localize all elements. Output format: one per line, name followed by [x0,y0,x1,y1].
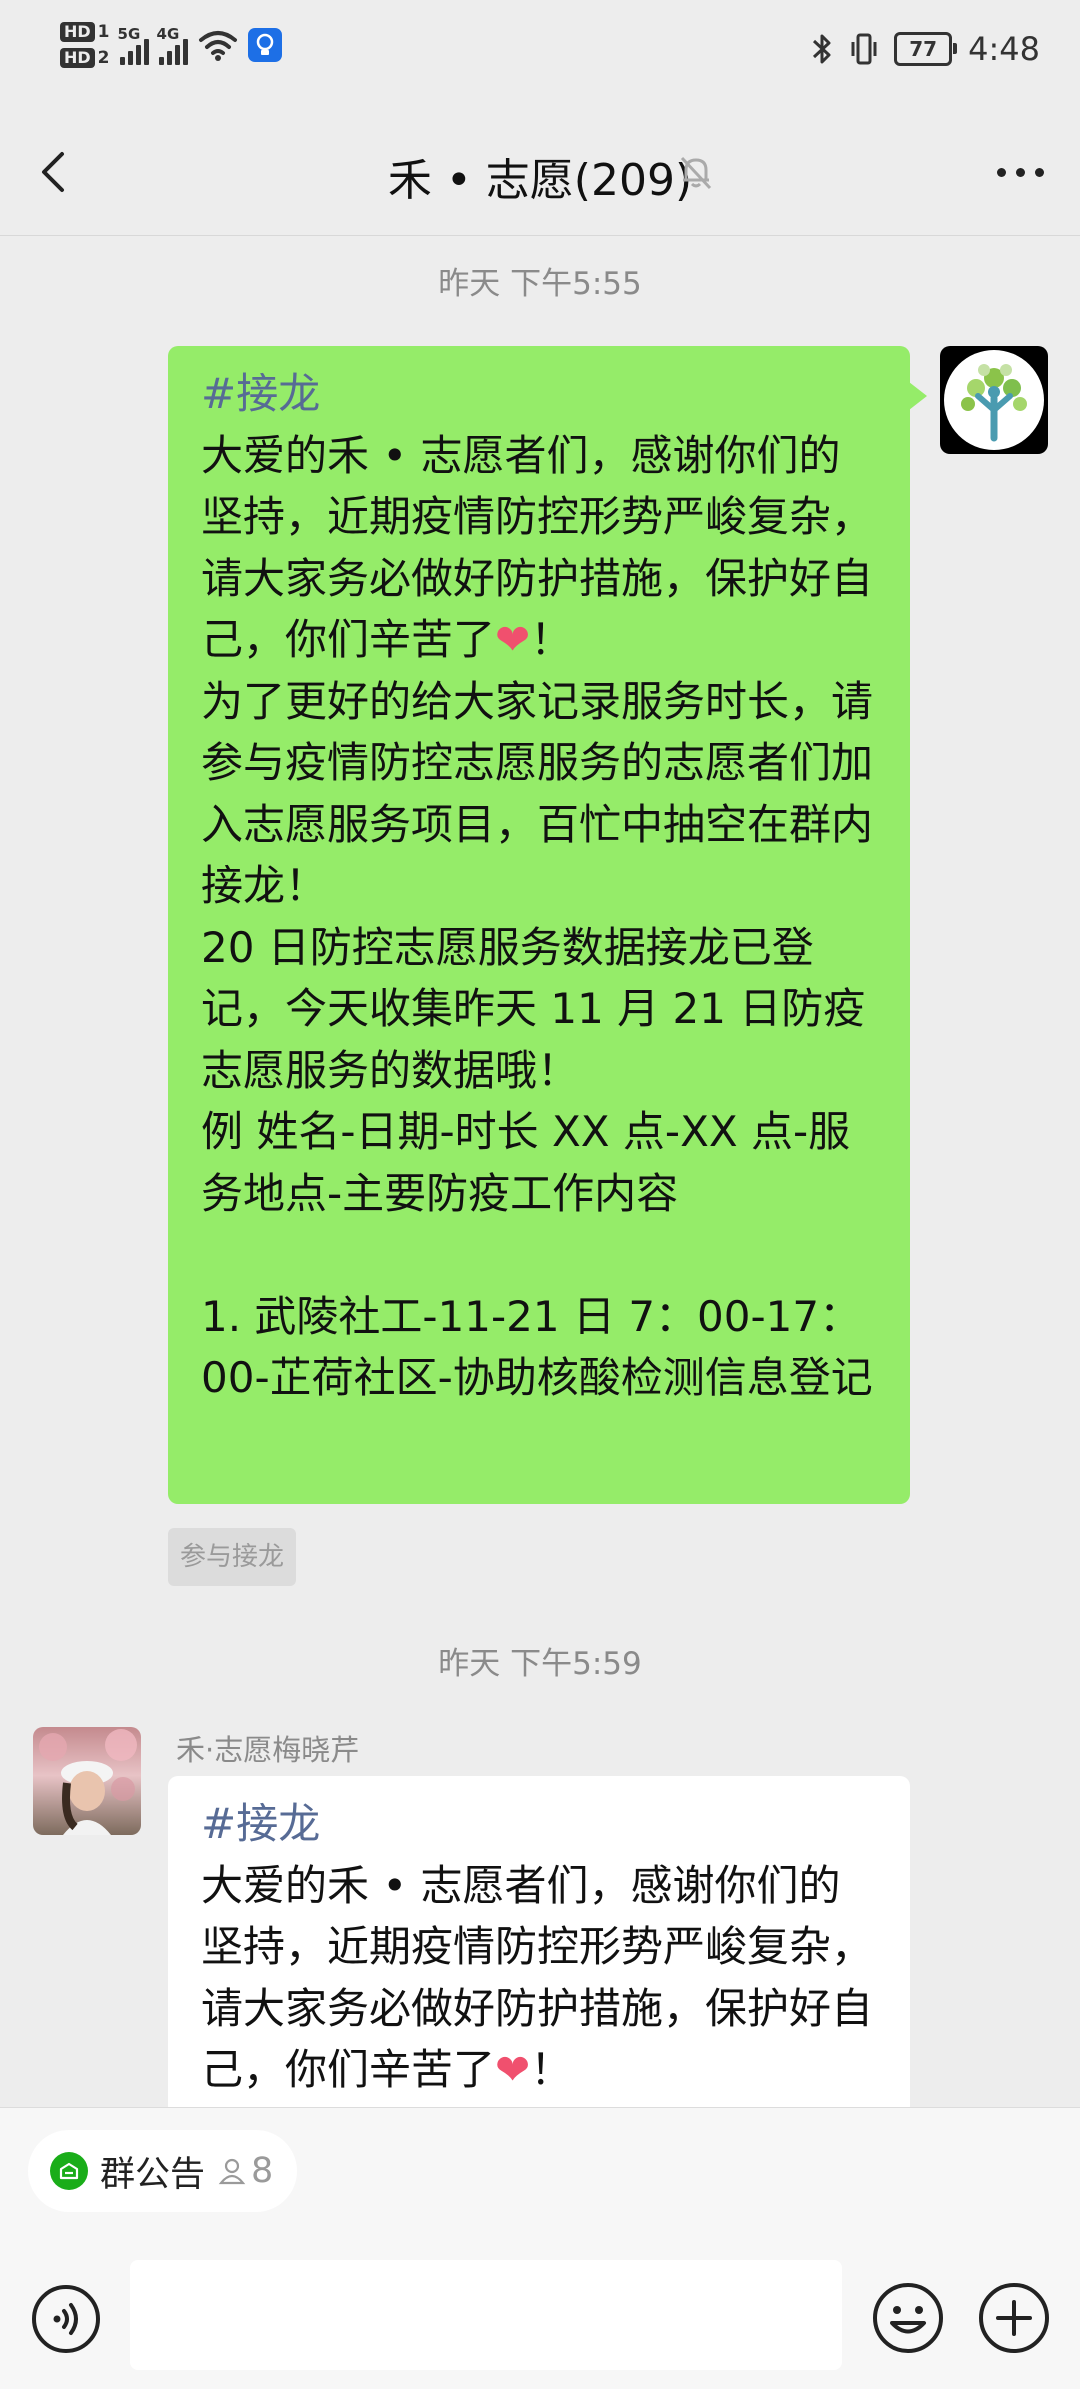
own-message-bubble[interactable]: #接龙 大爱的禾 • 志愿者们，感谢你们的坚持，近期疫情防控形势严峻复杂，请大家… [168,346,927,1504]
status-right: 77 4:48 [810,30,1040,68]
input-bar: 群公告 8 [0,2107,1080,2389]
message-timestamp: 昨天 下午5:59 [438,1646,642,1682]
signal-5g-icon: 5G [118,25,149,65]
plus-icon[interactable] [976,2280,1052,2356]
hd1-indicator: HD 1 [60,22,110,42]
notification-app-icon [247,28,282,62]
message-text: #接龙 大爱的禾 • 志愿者们，感谢你们的坚持，近期疫情防控形势严峻复杂，请大家… [201,1799,874,2094]
message-text: #接龙 大爱的禾 • 志愿者们，感谢你们的坚持，近期疫情防控形势严峻复杂，请大家… [201,369,874,1402]
clock: 4:48 [968,30,1040,68]
hashtag-link[interactable]: #接龙 [201,1799,320,1848]
notice-label: 群公告 [100,2154,206,2195]
signal-4g-icon: 4G [157,25,188,65]
chat-header: 禾 • 志愿(209) [0,110,1080,236]
hd2-indicator: HD 2 [60,48,110,68]
sender-avatar[interactable] [33,1727,141,1835]
heart-emoji-icon: ❤ [495,2045,531,2094]
hd-indicators: HD 1 HD 2 [60,22,110,68]
bluetooth-icon [813,34,831,64]
incoming-message-bubble[interactable]: #接龙 大爱的禾 • 志愿者们，感谢你们的坚持，近期疫情防控形势严峻复杂，请大家… [168,1776,910,2116]
bell-off-icon [680,156,712,190]
join-solitaire-button[interactable]: 参与接龙 [168,1528,297,1586]
tree-logo-icon [944,350,1044,450]
heart-emoji-icon: ❤ [495,615,531,664]
chat-title[interactable]: 禾 • 志愿(209) [0,144,1080,208]
person-icon [218,2158,246,2185]
more-dots-icon[interactable] [990,154,1050,190]
sender-name: 禾·志愿梅晓芹 [176,1733,360,1767]
status-bar: HD 1 HD 2 5G 4G 77 4:48 [0,0,1080,110]
vibrate-icon [851,33,877,65]
wifi-icon [198,31,237,61]
battery-indicator: 77 [894,32,958,66]
emoji-icon[interactable] [870,2280,946,2356]
group-avatar[interactable] [940,346,1048,454]
announcement-icon [50,2152,88,2190]
status-left: HD 1 HD 2 5G 4G [60,22,282,68]
message-input[interactable] [130,2260,842,2370]
message-timestamp: 昨天 下午5:55 [438,266,642,302]
hashtag-link[interactable]: #接龙 [201,369,320,418]
notice-count: 8 [217,2151,273,2191]
voice-icon[interactable] [30,2283,102,2355]
group-notice-chip[interactable]: 群公告 8 [28,2130,298,2212]
